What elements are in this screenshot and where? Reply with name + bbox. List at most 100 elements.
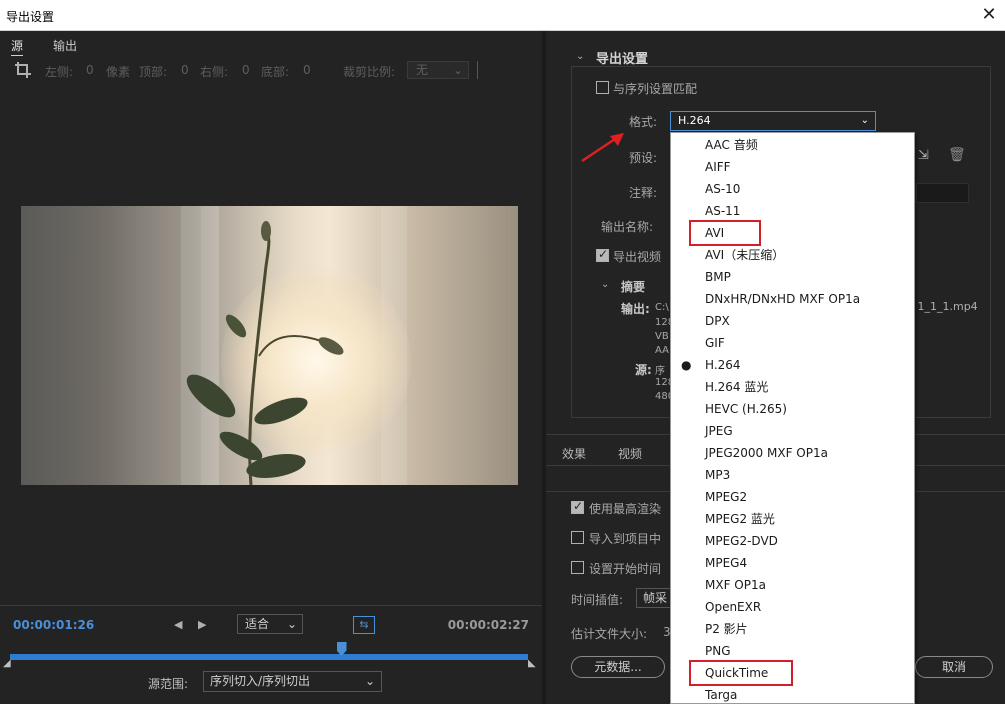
trash-icon[interactable]: 🗑 bbox=[948, 147, 966, 163]
format-option[interactable]: JPEG2000 MXF OP1a bbox=[671, 442, 914, 464]
loop-icon[interactable]: ⇆ bbox=[353, 616, 375, 634]
format-option-label: H.264 bbox=[705, 358, 741, 372]
out-point-icon[interactable]: ◣ bbox=[528, 658, 536, 669]
format-option[interactable]: BMP bbox=[671, 266, 914, 288]
chevron-down-icon: ⌄ bbox=[364, 674, 375, 688]
toolbar-divider bbox=[477, 61, 478, 79]
format-option[interactable]: Targa bbox=[671, 684, 914, 703]
chevron-down-icon: ⌄ bbox=[286, 617, 297, 631]
max-render-checkbox[interactable] bbox=[571, 499, 584, 514]
format-option[interactable]: MP3 bbox=[671, 464, 914, 486]
source-range-value: 序列切入/序列切出 bbox=[210, 674, 311, 688]
format-option[interactable]: MPEG2 蓝光 bbox=[671, 508, 914, 530]
crop-bottom-label: 底部: bbox=[261, 65, 290, 79]
match-sequence-checkbox[interactable] bbox=[596, 81, 609, 94]
tab-effects[interactable]: 效果 bbox=[562, 445, 586, 462]
close-icon[interactable]: ✕ bbox=[979, 4, 999, 25]
format-option[interactable]: DPX bbox=[671, 310, 914, 332]
format-option[interactable]: ● H.264 bbox=[671, 354, 914, 376]
tab-source[interactable]: 源 bbox=[11, 37, 24, 56]
format-option[interactable]: JPEG bbox=[671, 420, 914, 442]
crop-ratio-value: 无 bbox=[416, 63, 429, 77]
format-option-label: MPEG2 bbox=[705, 490, 748, 504]
format-option[interactable]: AS-10 bbox=[671, 178, 914, 200]
crop-top-value[interactable]: 0 bbox=[181, 63, 189, 77]
crop-toolbar: 左侧: 0 像素 顶部: 0 右侧: 0 底部: 0 裁剪比例: 无 ⌄ bbox=[0, 59, 542, 83]
format-option[interactable]: MXF OP1a bbox=[671, 574, 914, 596]
format-option-label: JPEG bbox=[705, 424, 733, 438]
in-point-icon[interactable]: ◢ bbox=[3, 658, 11, 669]
summary-label: 摘要 bbox=[621, 280, 646, 294]
format-option[interactable]: AVI（未压缩） bbox=[671, 244, 914, 266]
tab-output[interactable]: 输出 bbox=[53, 37, 77, 54]
format-option[interactable]: DNxHR/DNxHD MXF OP1a bbox=[671, 288, 914, 310]
crop-bottom-value[interactable]: 0 bbox=[303, 63, 311, 77]
crop-right-value[interactable]: 0 bbox=[242, 63, 250, 77]
format-option-label: MPEG4 bbox=[705, 556, 748, 570]
output-filename: 1_1_1.mp4 bbox=[914, 300, 978, 313]
import-preset-icon[interactable]: ⇲ bbox=[918, 148, 929, 163]
cancel-button[interactable]: 取消 bbox=[915, 656, 993, 678]
selected-dot-icon: ● bbox=[681, 358, 692, 372]
format-option-label: AAC 音频 bbox=[705, 138, 758, 152]
est-size-label: 估计文件大小: bbox=[571, 627, 648, 641]
format-option-label: MP3 bbox=[705, 468, 731, 482]
summary-chevron-icon[interactable]: ⌄ bbox=[601, 279, 609, 290]
format-option[interactable]: AS-11 bbox=[671, 200, 914, 222]
current-timecode[interactable]: 00:00:01:26 bbox=[13, 618, 94, 632]
format-option[interactable]: AIFF bbox=[671, 156, 914, 178]
summary-output-line: C:\ bbox=[655, 302, 669, 313]
plant-silhouette bbox=[186, 221, 344, 485]
format-option-label: AVI（未压缩） bbox=[705, 248, 785, 262]
format-option-label: AS-11 bbox=[705, 204, 741, 218]
format-value: H.264 bbox=[678, 114, 711, 127]
format-label: 格式: bbox=[629, 115, 658, 129]
format-option-label: GIF bbox=[705, 336, 725, 350]
format-option[interactable]: AAC 音频 bbox=[671, 134, 914, 156]
format-dropdown[interactable]: H.264 ⌄ bbox=[670, 111, 876, 131]
summary-output-label: 输出: bbox=[621, 302, 650, 316]
format-option[interactable]: MPEG4 bbox=[671, 552, 914, 574]
format-option[interactable]: GIF bbox=[671, 332, 914, 354]
format-option[interactable]: MPEG2-DVD bbox=[671, 530, 914, 552]
chevron-down-icon: ⌄ bbox=[452, 63, 463, 77]
step-back-icon[interactable]: ◀ bbox=[174, 618, 182, 631]
step-forward-icon[interactable]: ▶ bbox=[198, 618, 206, 631]
format-option[interactable]: PNG bbox=[671, 640, 914, 662]
crop-ratio-label: 裁剪比例: bbox=[343, 65, 396, 79]
format-option[interactable]: OpenEXR bbox=[671, 596, 914, 618]
crop-top-label: 顶部: bbox=[139, 65, 168, 79]
format-option-label: DPX bbox=[705, 314, 730, 328]
source-range-dropdown[interactable]: 序列切入/序列切出 ⌄ bbox=[203, 671, 382, 692]
metadata-button[interactable]: 元数据... bbox=[571, 656, 665, 678]
format-option-label: AIFF bbox=[705, 160, 731, 174]
comment-input[interactable] bbox=[916, 183, 969, 203]
tab-video[interactable]: 视频 bbox=[618, 445, 642, 462]
format-option-label: MXF OP1a bbox=[705, 578, 766, 592]
collapse-chevron-icon[interactable]: ⌄ bbox=[576, 51, 584, 62]
format-option[interactable]: HEVC (H.265) bbox=[671, 398, 914, 420]
timeline-scrubber[interactable] bbox=[10, 654, 528, 660]
export-video-checkbox[interactable] bbox=[596, 247, 609, 262]
format-option[interactable]: P2 影片 bbox=[671, 618, 914, 640]
crop-left-label: 左侧: bbox=[45, 65, 74, 79]
start-timecode-checkbox[interactable] bbox=[571, 561, 584, 574]
zoom-fit-value: 适合 bbox=[245, 617, 270, 631]
annotation-arrow-icon bbox=[581, 133, 624, 163]
import-project-checkbox[interactable] bbox=[571, 531, 584, 544]
crop-left-value[interactable]: 0 bbox=[86, 63, 94, 77]
format-option[interactable]: MPEG2 bbox=[671, 486, 914, 508]
crop-ratio-dropdown[interactable]: 无 ⌄ bbox=[407, 61, 469, 79]
max-render-label: 使用最高渲染 bbox=[589, 502, 662, 516]
duration-timecode: 00:00:02:27 bbox=[447, 618, 529, 632]
source-range-label: 源范围: bbox=[148, 677, 189, 691]
source-output-tabs: 源 输出 bbox=[0, 31, 542, 57]
format-dropdown-list[interactable]: AAC 音频 AIFF AS-10 AS-11 AVI AVI（未压缩） BMP DNxHR/… bbox=[670, 132, 915, 704]
crop-icon[interactable] bbox=[14, 61, 32, 79]
summary-source-line: 序 bbox=[655, 366, 665, 377]
title-bar: 导出设置 ✕ bbox=[0, 0, 1005, 31]
format-option[interactable]: H.264 蓝光 bbox=[671, 376, 914, 398]
format-option-label: HEVC (H.265) bbox=[705, 402, 787, 416]
zoom-fit-dropdown[interactable]: 适合 ⌄ bbox=[237, 614, 303, 634]
section-title: 导出设置 bbox=[596, 52, 649, 67]
